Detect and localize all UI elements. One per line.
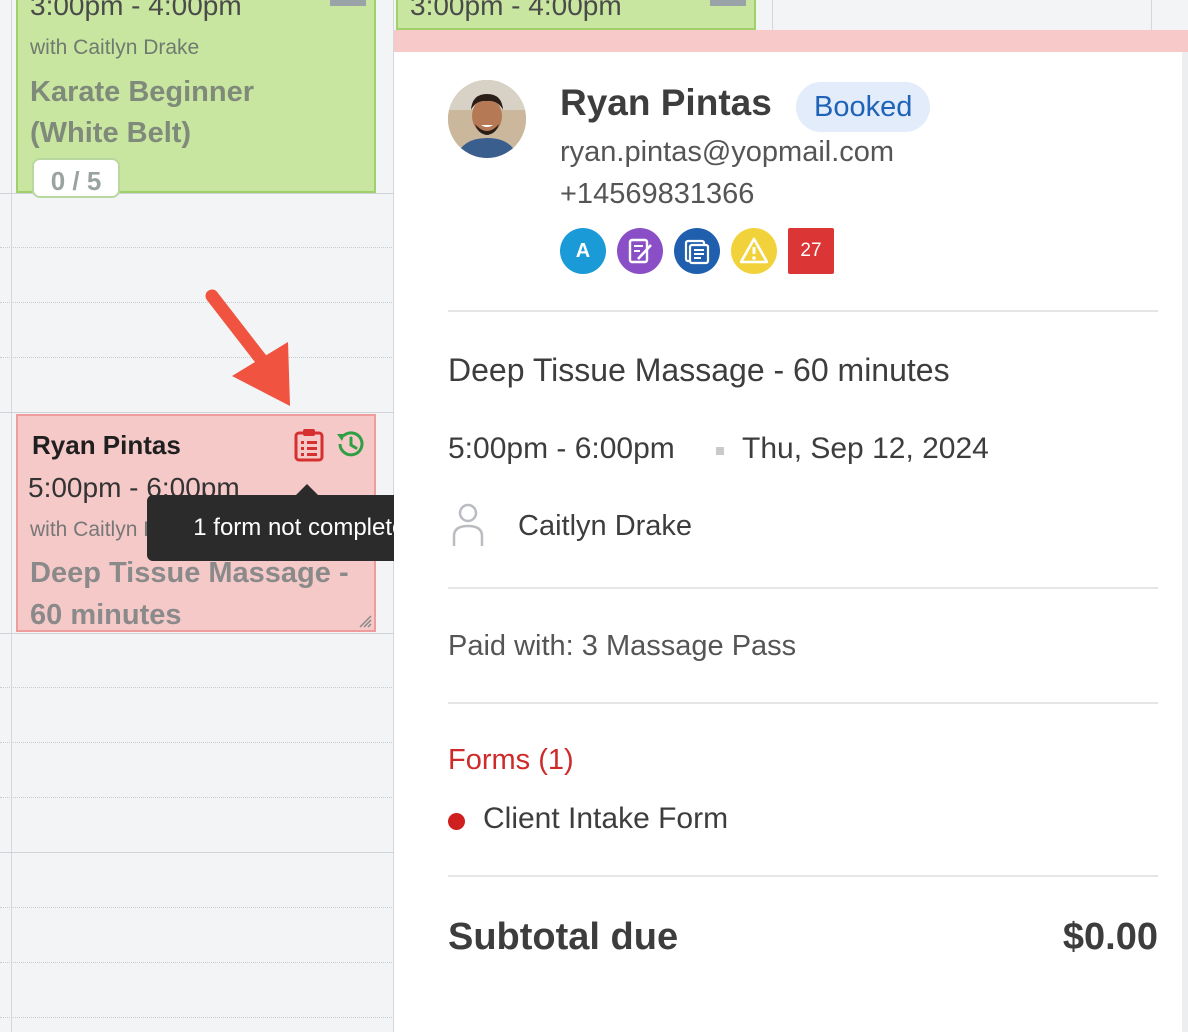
booking-date: Thu, Sep 12, 2024 [742, 432, 989, 465]
history-icon[interactable] [334, 428, 366, 460]
class-capacity-badge: 0 / 5 [32, 158, 120, 198]
service-title: Deep Tissue Massage - 60 minutes [448, 352, 950, 388]
hour-line [0, 412, 394, 413]
staff-icon [452, 503, 484, 546]
class-event-title: Karate Beginner (White Belt) [30, 76, 255, 149]
form-incomplete-indicator [448, 813, 465, 830]
payment-method: Paid with: 3 Massage Pass [448, 630, 797, 662]
person-icon [330, 0, 366, 6]
status-badge: Booked [796, 82, 931, 132]
calendar-divider [772, 0, 773, 30]
staff-name: Caitlyn Drake [518, 510, 693, 542]
subtotal-label: Subtotal due [448, 916, 679, 958]
booking-event-client: Ryan Pintas [32, 430, 181, 460]
quarter-line [0, 247, 394, 248]
client-name[interactable]: Ryan Pintas [560, 82, 772, 124]
quarter-line [0, 742, 394, 743]
quarter-line [0, 1017, 394, 1018]
booking-detail-panel: Ryan Pintas Booked ryan.pintas@yopmail.c… [394, 30, 1188, 1032]
tooltip-arrow [295, 484, 319, 496]
count-badge[interactable]: 27 [788, 228, 834, 274]
subtotal-value: $0.00 [1062, 916, 1158, 958]
divider [448, 875, 1158, 877]
resize-handle[interactable] [358, 614, 372, 628]
divider [448, 587, 1158, 589]
booking-event-service: Deep Tissue Massage - 60 minutes [30, 557, 349, 631]
clipboard-icon[interactable] [294, 428, 324, 462]
panel-status-bar [394, 30, 1188, 52]
client-email[interactable]: ryan.pintas@yopmail.com [560, 136, 894, 169]
divider [448, 702, 1158, 704]
class-event-time: 3:00pm - 4:00pm [30, 0, 242, 21]
forms-header: Forms (1) [448, 744, 574, 776]
quarter-line [0, 687, 394, 688]
person-icon [710, 0, 746, 6]
class-event[interactable]: 3:00pm - 4:00pm with Caitlyn Drake Karat… [16, 0, 376, 198]
calendar-divider [1151, 0, 1152, 30]
document-icon[interactable] [674, 228, 720, 274]
separator-dot [716, 447, 724, 455]
client-phone[interactable]: +14569831366 [560, 178, 754, 211]
form-link-client-intake[interactable]: Client Intake Form [483, 802, 728, 836]
class-event[interactable]: 3:00pm - 4:00pm [396, 0, 756, 30]
class-event-instructor: with Caitlyn Drake [30, 36, 200, 59]
form-icon[interactable] [617, 228, 663, 274]
quarter-line [0, 962, 394, 963]
account-badge[interactable]: A [560, 228, 606, 274]
warning-icon[interactable] [731, 228, 777, 274]
panel-scroll-edge[interactable] [1182, 52, 1188, 1032]
tooltip-text: 1 form not completed [193, 514, 419, 541]
avatar[interactable] [448, 80, 526, 158]
hour-line [0, 852, 394, 853]
class-event-time: 3:00pm - 4:00pm [410, 0, 622, 21]
booking-time: 5:00pm - 6:00pm [448, 432, 675, 465]
quarter-line [0, 907, 394, 908]
calendar-gutter-line [11, 0, 12, 1032]
divider [448, 310, 1158, 312]
quarter-line [0, 797, 394, 798]
annotation-arrow-icon [205, 289, 290, 406]
